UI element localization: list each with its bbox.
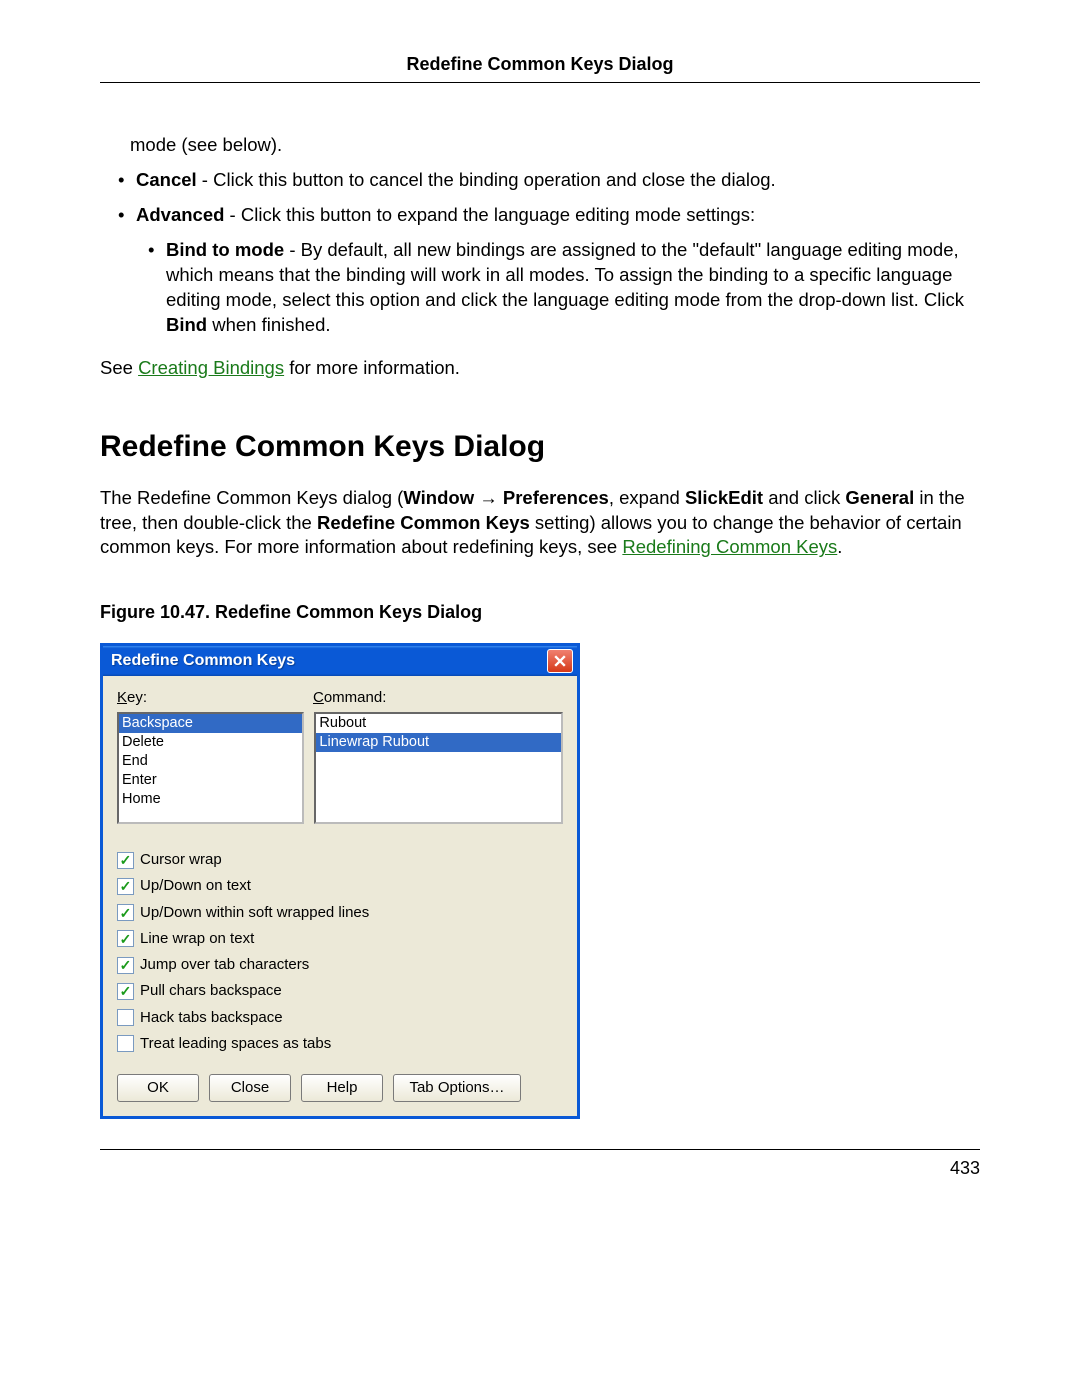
checkbox-row[interactable]: Treat leading spaces as tabs [117, 1034, 563, 1054]
intro-paragraph: The Redefine Common Keys dialog (Window … [100, 486, 980, 561]
close-button[interactable] [547, 649, 573, 673]
checkbox-label: Treat leading spaces as tabs [140, 1034, 331, 1054]
checkbox-label: Hack tabs backspace [140, 1008, 283, 1028]
bindmode-desc: - By default, all new bindings are assig… [166, 239, 964, 310]
page-number: 433 [100, 1156, 980, 1180]
checkbox-row[interactable]: Line wrap on text [117, 929, 563, 949]
intro-end: . [837, 536, 842, 557]
key-list-item[interactable]: Backspace [119, 714, 302, 733]
key-list-item[interactable]: End [119, 752, 302, 771]
dialog-titlebar[interactable]: Redefine Common Keys [103, 646, 577, 676]
intro-pre: The Redefine Common Keys dialog ( [100, 487, 403, 508]
checkbox[interactable] [117, 852, 134, 869]
bindmode-term: Bind to mode [166, 239, 284, 260]
checkbox[interactable] [117, 1009, 134, 1026]
checkbox[interactable] [117, 957, 134, 974]
key-listbox[interactable]: BackspaceDeleteEndEnterHome [117, 712, 304, 824]
advanced-desc: - Click this button to expand the langua… [224, 204, 755, 225]
command-label: Command: [313, 688, 386, 708]
bullet-bind-to-mode: • Bind to mode - By default, all new bin… [148, 238, 980, 338]
checkbox-row[interactable]: Pull chars backspace [117, 981, 563, 1001]
key-list-item[interactable]: Home [119, 790, 302, 809]
bindmode-end: when finished. [207, 314, 330, 335]
header-rule [100, 82, 980, 83]
checkbox-row[interactable]: Up/Down on text [117, 876, 563, 896]
bindmode-bind-word: Bind [166, 314, 207, 335]
command-list-item[interactable]: Linewrap Rubout [316, 733, 561, 752]
section-heading: Redefine Common Keys Dialog [100, 427, 980, 468]
cancel-desc: - Click this button to cancel the bindin… [197, 169, 776, 190]
checkbox-label: Pull chars backspace [140, 981, 282, 1001]
key-label: Key: [117, 688, 313, 708]
intro-redefine: Redefine Common Keys [317, 512, 530, 533]
cancel-term: Cancel [136, 169, 197, 190]
bullet-advanced: • Advanced - Click this button to expand… [118, 203, 980, 228]
see-post: for more information. [284, 357, 460, 378]
ok-button[interactable]: OK [117, 1074, 199, 1102]
checkbox-label: Up/Down on text [140, 876, 251, 896]
intro-arrow: → [474, 487, 503, 508]
intro-mid1: , expand [609, 487, 685, 508]
checkbox[interactable] [117, 983, 134, 1000]
see-line: See Creating Bindings for more informati… [100, 356, 980, 381]
checkbox[interactable] [117, 904, 134, 921]
help-button[interactable]: Help [301, 1074, 383, 1102]
checkbox[interactable] [117, 930, 134, 947]
checkbox[interactable] [117, 1035, 134, 1052]
intro-general: General [845, 487, 914, 508]
creating-bindings-link[interactable]: Creating Bindings [138, 357, 284, 378]
redefine-common-keys-dialog: Redefine Common Keys Key: Command: Backs… [100, 643, 580, 1120]
command-listbox[interactable]: RuboutLinewrap Rubout [314, 712, 563, 824]
figure-caption: Figure 10.47. Redefine Common Keys Dialo… [100, 600, 980, 624]
intro-window: Window [403, 487, 474, 508]
bullet-cancel: • Cancel - Click this button to cancel t… [118, 168, 980, 193]
footer-rule [100, 1149, 980, 1150]
command-list-item[interactable]: Rubout [316, 714, 561, 733]
see-pre: See [100, 357, 138, 378]
checkbox-label: Line wrap on text [140, 929, 254, 949]
checkbox[interactable] [117, 878, 134, 895]
redefining-common-keys-link[interactable]: Redefining Common Keys [622, 536, 837, 557]
running-header: Redefine Common Keys Dialog [100, 52, 980, 82]
continuation-text: mode (see below). [130, 133, 980, 158]
checkbox-label: Up/Down within soft wrapped lines [140, 903, 369, 923]
checkbox-label: Cursor wrap [140, 850, 222, 870]
intro-preferences: Preferences [503, 487, 609, 508]
checkbox-row[interactable]: Cursor wrap [117, 850, 563, 870]
advanced-term: Advanced [136, 204, 224, 225]
close-dialog-button[interactable]: Close [209, 1074, 291, 1102]
intro-mid2: and click [763, 487, 845, 508]
close-icon [554, 655, 566, 667]
checkbox-label: Jump over tab characters [140, 955, 309, 975]
checkbox-row[interactable]: Up/Down within soft wrapped lines [117, 903, 563, 923]
tab-options-button[interactable]: Tab Options… [393, 1074, 521, 1102]
dialog-title: Redefine Common Keys [111, 650, 547, 672]
checkbox-row[interactable]: Jump over tab characters [117, 955, 563, 975]
intro-slickedit: SlickEdit [685, 487, 763, 508]
key-list-item[interactable]: Delete [119, 733, 302, 752]
key-list-item[interactable]: Enter [119, 771, 302, 790]
checkbox-row[interactable]: Hack tabs backspace [117, 1008, 563, 1028]
